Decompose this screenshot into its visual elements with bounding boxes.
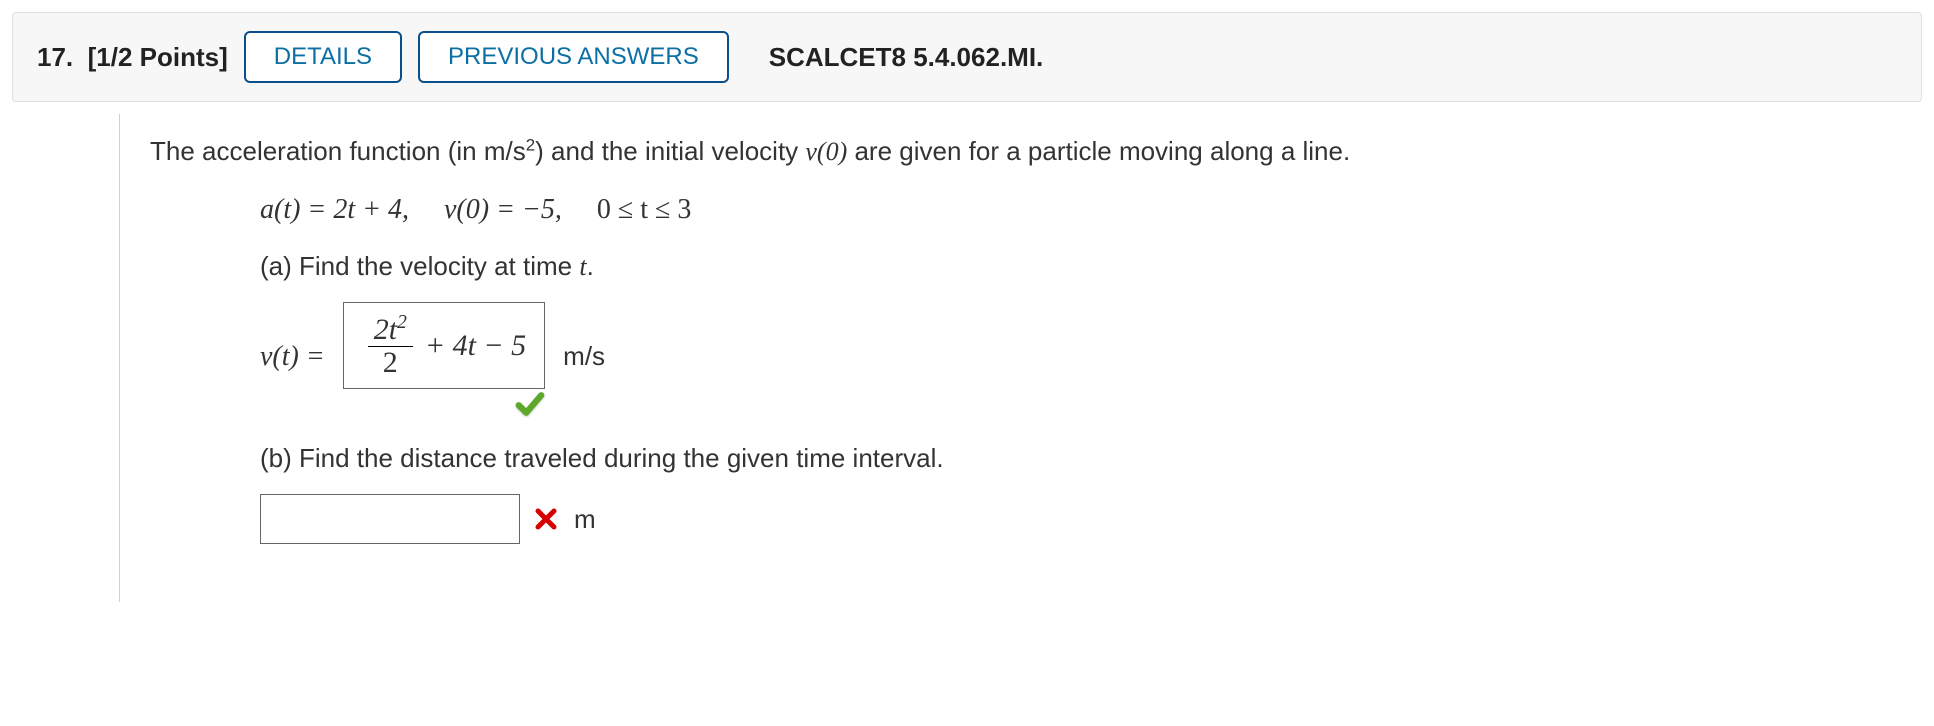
- part-a-answer-row: v(t) = 2t2 2 + 4t − 5 m/s: [260, 302, 1350, 411]
- details-button[interactable]: DETAILS: [244, 31, 402, 83]
- part-a-unit: m/s: [563, 337, 605, 376]
- part-a-lhs: v(t) =: [260, 336, 325, 378]
- part-b-unit: m: [574, 500, 596, 539]
- part-b-label: (b) Find the distance traveled during th…: [260, 439, 1350, 478]
- part-b-answer-input[interactable]: [260, 494, 520, 544]
- part-a-answer-input[interactable]: 2t2 2 + 4t − 5: [343, 302, 545, 389]
- prompt-text: The acceleration function (in m/s2) and …: [150, 132, 1350, 171]
- question-body: The acceleration function (in m/s2) and …: [120, 114, 1350, 602]
- check-icon: [515, 389, 545, 419]
- x-icon: [534, 507, 558, 531]
- left-gutter: [0, 114, 120, 602]
- reference-code: SCALCET8 5.4.062.MI.: [769, 42, 1044, 73]
- previous-answers-button[interactable]: PREVIOUS ANSWERS: [418, 31, 729, 83]
- given-equations: a(t) = 2t + 4, v(0) = −5, 0 ≤ t ≤ 3: [260, 189, 1350, 231]
- question-header: 17. [1/2 Points] DETAILS PREVIOUS ANSWER…: [12, 12, 1922, 102]
- part-a-label: (a) Find the velocity at time t.: [260, 247, 1350, 286]
- question-number: 17. [1/2 Points]: [37, 42, 228, 73]
- part-b-answer-row: m: [260, 494, 1350, 544]
